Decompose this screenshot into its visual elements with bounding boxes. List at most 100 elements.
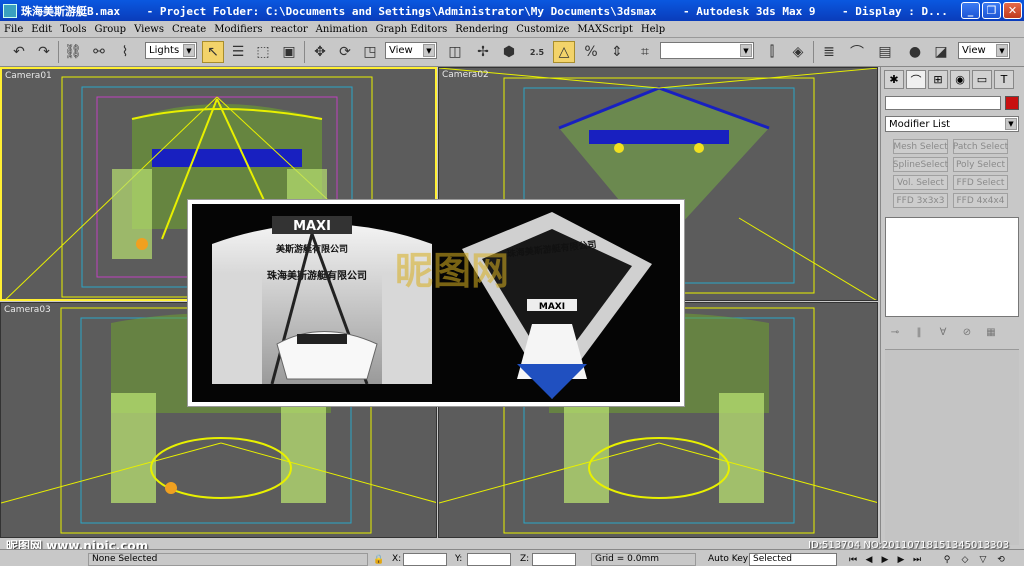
select-object-icon[interactable]: ↖ — [202, 41, 224, 63]
patch-select-button[interactable]: Patch Select — [953, 139, 1008, 154]
menu-edit[interactable]: Edit — [27, 24, 56, 35]
reference-coord-value: View — [389, 45, 413, 56]
company-name-banner: 珠海美斯游艇有限公司 — [267, 269, 367, 282]
app-icon[interactable] — [3, 3, 17, 18]
selection-status: None Selected — [92, 554, 158, 564]
y-coordinate-field[interactable] — [467, 553, 511, 566]
zoom-icon[interactable]: ⚲ — [940, 553, 954, 566]
z-coordinate-field[interactable] — [532, 553, 576, 566]
menu-modifiers[interactable]: Modifiers — [210, 24, 266, 35]
snap-value: 2.5 — [529, 47, 545, 57]
move-icon[interactable]: ✥ — [309, 41, 331, 63]
zoom-all-icon[interactable]: ◇ — [958, 553, 972, 566]
next-frame-icon[interactable]: ▶ — [894, 553, 908, 566]
rotate-icon[interactable]: ⟳ — [334, 41, 356, 63]
select-manipulate-icon[interactable]: ✢ — [472, 41, 494, 63]
select-by-name-icon[interactable]: ☰ — [227, 41, 249, 63]
previous-frame-icon[interactable]: ◀ — [862, 553, 876, 566]
named-selection-icon[interactable]: ⌗ — [634, 41, 656, 63]
modifier-list-label: Modifier List — [889, 118, 951, 130]
menu-rendering[interactable]: Rendering — [451, 24, 512, 35]
menu-views[interactable]: Views — [130, 24, 168, 35]
hierarchy-tab-icon[interactable]: ⊞ — [928, 70, 948, 89]
close-button[interactable]: ✕ — [1003, 2, 1022, 19]
spinner-snap-icon[interactable]: ⇕ — [606, 41, 628, 63]
keyboard-shortcut-icon[interactable]: ⬢ — [498, 41, 520, 63]
render-view-dropdown[interactable]: View ▼ — [958, 42, 1010, 59]
schematic-view-icon[interactable]: ▤ — [874, 41, 896, 63]
main-toolbar: ↶ ↷ ⛓ ⚯ ⌇ Lights ▼ ↖ ☰ ⬚ ▣ ✥ ⟳ ◳ View ▼ … — [0, 38, 1024, 67]
viewport-label[interactable]: Camera01 — [5, 71, 52, 81]
chevron-down-icon: ▼ — [1005, 118, 1017, 130]
menu-tools[interactable]: Tools — [56, 24, 90, 35]
minimize-button[interactable]: _ — [961, 2, 980, 19]
object-name-field[interactable] — [885, 96, 1001, 110]
field-of-view-icon[interactable]: ▽ — [976, 553, 990, 566]
undo-icon[interactable]: ↶ — [8, 41, 30, 63]
pivot-center-icon[interactable]: ◫ — [444, 41, 466, 63]
make-unique-icon[interactable]: ∀ — [933, 324, 953, 340]
viewport-label[interactable]: Camera02 — [442, 70, 489, 80]
create-tab-icon[interactable]: ✱ — [884, 70, 904, 89]
utilities-tab-icon[interactable]: T — [994, 70, 1014, 89]
key-mode-dropdown[interactable]: Selected — [749, 553, 837, 566]
window-crossing-icon[interactable]: ▣ — [278, 41, 300, 63]
modifier-stack[interactable] — [885, 217, 1019, 317]
viewport-label[interactable]: Camera03 — [4, 305, 51, 315]
restore-button[interactable]: ❐ — [982, 2, 1001, 19]
brand-logo-right: MAXI — [539, 302, 565, 312]
parameters-rollout — [885, 349, 1019, 545]
percent-snap-icon[interactable]: % — [580, 41, 602, 63]
select-link-icon[interactable]: ⛓ — [62, 41, 84, 63]
object-color-swatch[interactable] — [1005, 96, 1019, 110]
menu-graph-editors[interactable]: Graph Editors — [372, 24, 452, 35]
menu-animation[interactable]: Animation — [312, 24, 372, 35]
poly-select-button[interactable]: Poly Select — [953, 157, 1008, 172]
layer-manager-icon[interactable]: ≣ — [818, 41, 840, 63]
snap-toggle-icon[interactable]: 2.5 — [526, 41, 548, 63]
display-tab-icon[interactable]: ▭ — [972, 70, 992, 89]
menu-file[interactable]: File — [0, 24, 27, 35]
mesh-select-button[interactable]: Mesh Select — [893, 139, 948, 154]
scale-icon[interactable]: ◳ — [359, 41, 381, 63]
ffd-select-button[interactable]: FFD Select — [953, 175, 1008, 190]
play-icon[interactable]: ▶ — [878, 553, 892, 566]
unlink-icon[interactable]: ⚯ — [88, 41, 110, 63]
chevron-down-icon: ▼ — [740, 44, 752, 57]
pin-stack-icon[interactable]: ⊸ — [885, 324, 905, 340]
menu-reactor[interactable]: reactor — [267, 24, 312, 35]
ffd-4x4x4-button[interactable]: FFD 4x4x4 — [953, 193, 1008, 208]
vol-select-button[interactable]: Vol. Select — [893, 175, 948, 190]
auto-key-button[interactable]: Auto Key — [708, 554, 748, 564]
configure-sets-icon[interactable]: ▦ — [981, 324, 1001, 340]
bind-space-warp-icon[interactable]: ⌇ — [114, 41, 136, 63]
menu-create[interactable]: Create — [168, 24, 210, 35]
lock-selection-icon[interactable]: 🔒 — [372, 553, 386, 566]
redo-icon[interactable]: ↷ — [33, 41, 55, 63]
selection-filter-dropdown[interactable]: Lights ▼ — [145, 42, 197, 59]
menu-maxscript[interactable]: MAXScript — [573, 24, 636, 35]
menu-help[interactable]: Help — [637, 24, 669, 35]
curve-editor-icon[interactable]: ⌒ — [846, 41, 868, 63]
go-to-start-icon[interactable]: ⏮ — [846, 553, 860, 566]
show-end-result-icon[interactable]: ‖ — [909, 324, 929, 340]
align-icon[interactable]: ◈ — [787, 41, 809, 63]
render-setup-icon[interactable]: ◪ — [930, 41, 952, 63]
ffd-3x3x3-button[interactable]: FFD 3x3x3 — [893, 193, 948, 208]
motion-tab-icon[interactable]: ◉ — [950, 70, 970, 89]
menu-customize[interactable]: Customize — [512, 24, 573, 35]
remove-modifier-icon[interactable]: ⊘ — [957, 324, 977, 340]
orbit-icon[interactable]: ⟲ — [994, 553, 1008, 566]
angle-snap-icon[interactable]: △ — [553, 41, 575, 63]
spline-select-button[interactable]: SplineSelect — [893, 157, 948, 172]
reference-coord-dropdown[interactable]: View ▼ — [385, 42, 437, 59]
mirror-icon[interactable]: ⫿ — [761, 41, 783, 63]
material-editor-icon[interactable]: ● — [904, 41, 926, 63]
rectangular-selection-icon[interactable]: ⬚ — [252, 41, 274, 63]
modifier-list-dropdown[interactable]: Modifier List ▼ — [885, 116, 1019, 132]
menu-group[interactable]: Group — [90, 24, 130, 35]
named-selection-dropdown[interactable]: ▼ — [660, 42, 754, 59]
go-to-end-icon[interactable]: ⏭ — [910, 553, 924, 566]
x-coordinate-field[interactable] — [403, 553, 447, 566]
modify-tab-icon[interactable]: ⌒ — [906, 70, 926, 89]
